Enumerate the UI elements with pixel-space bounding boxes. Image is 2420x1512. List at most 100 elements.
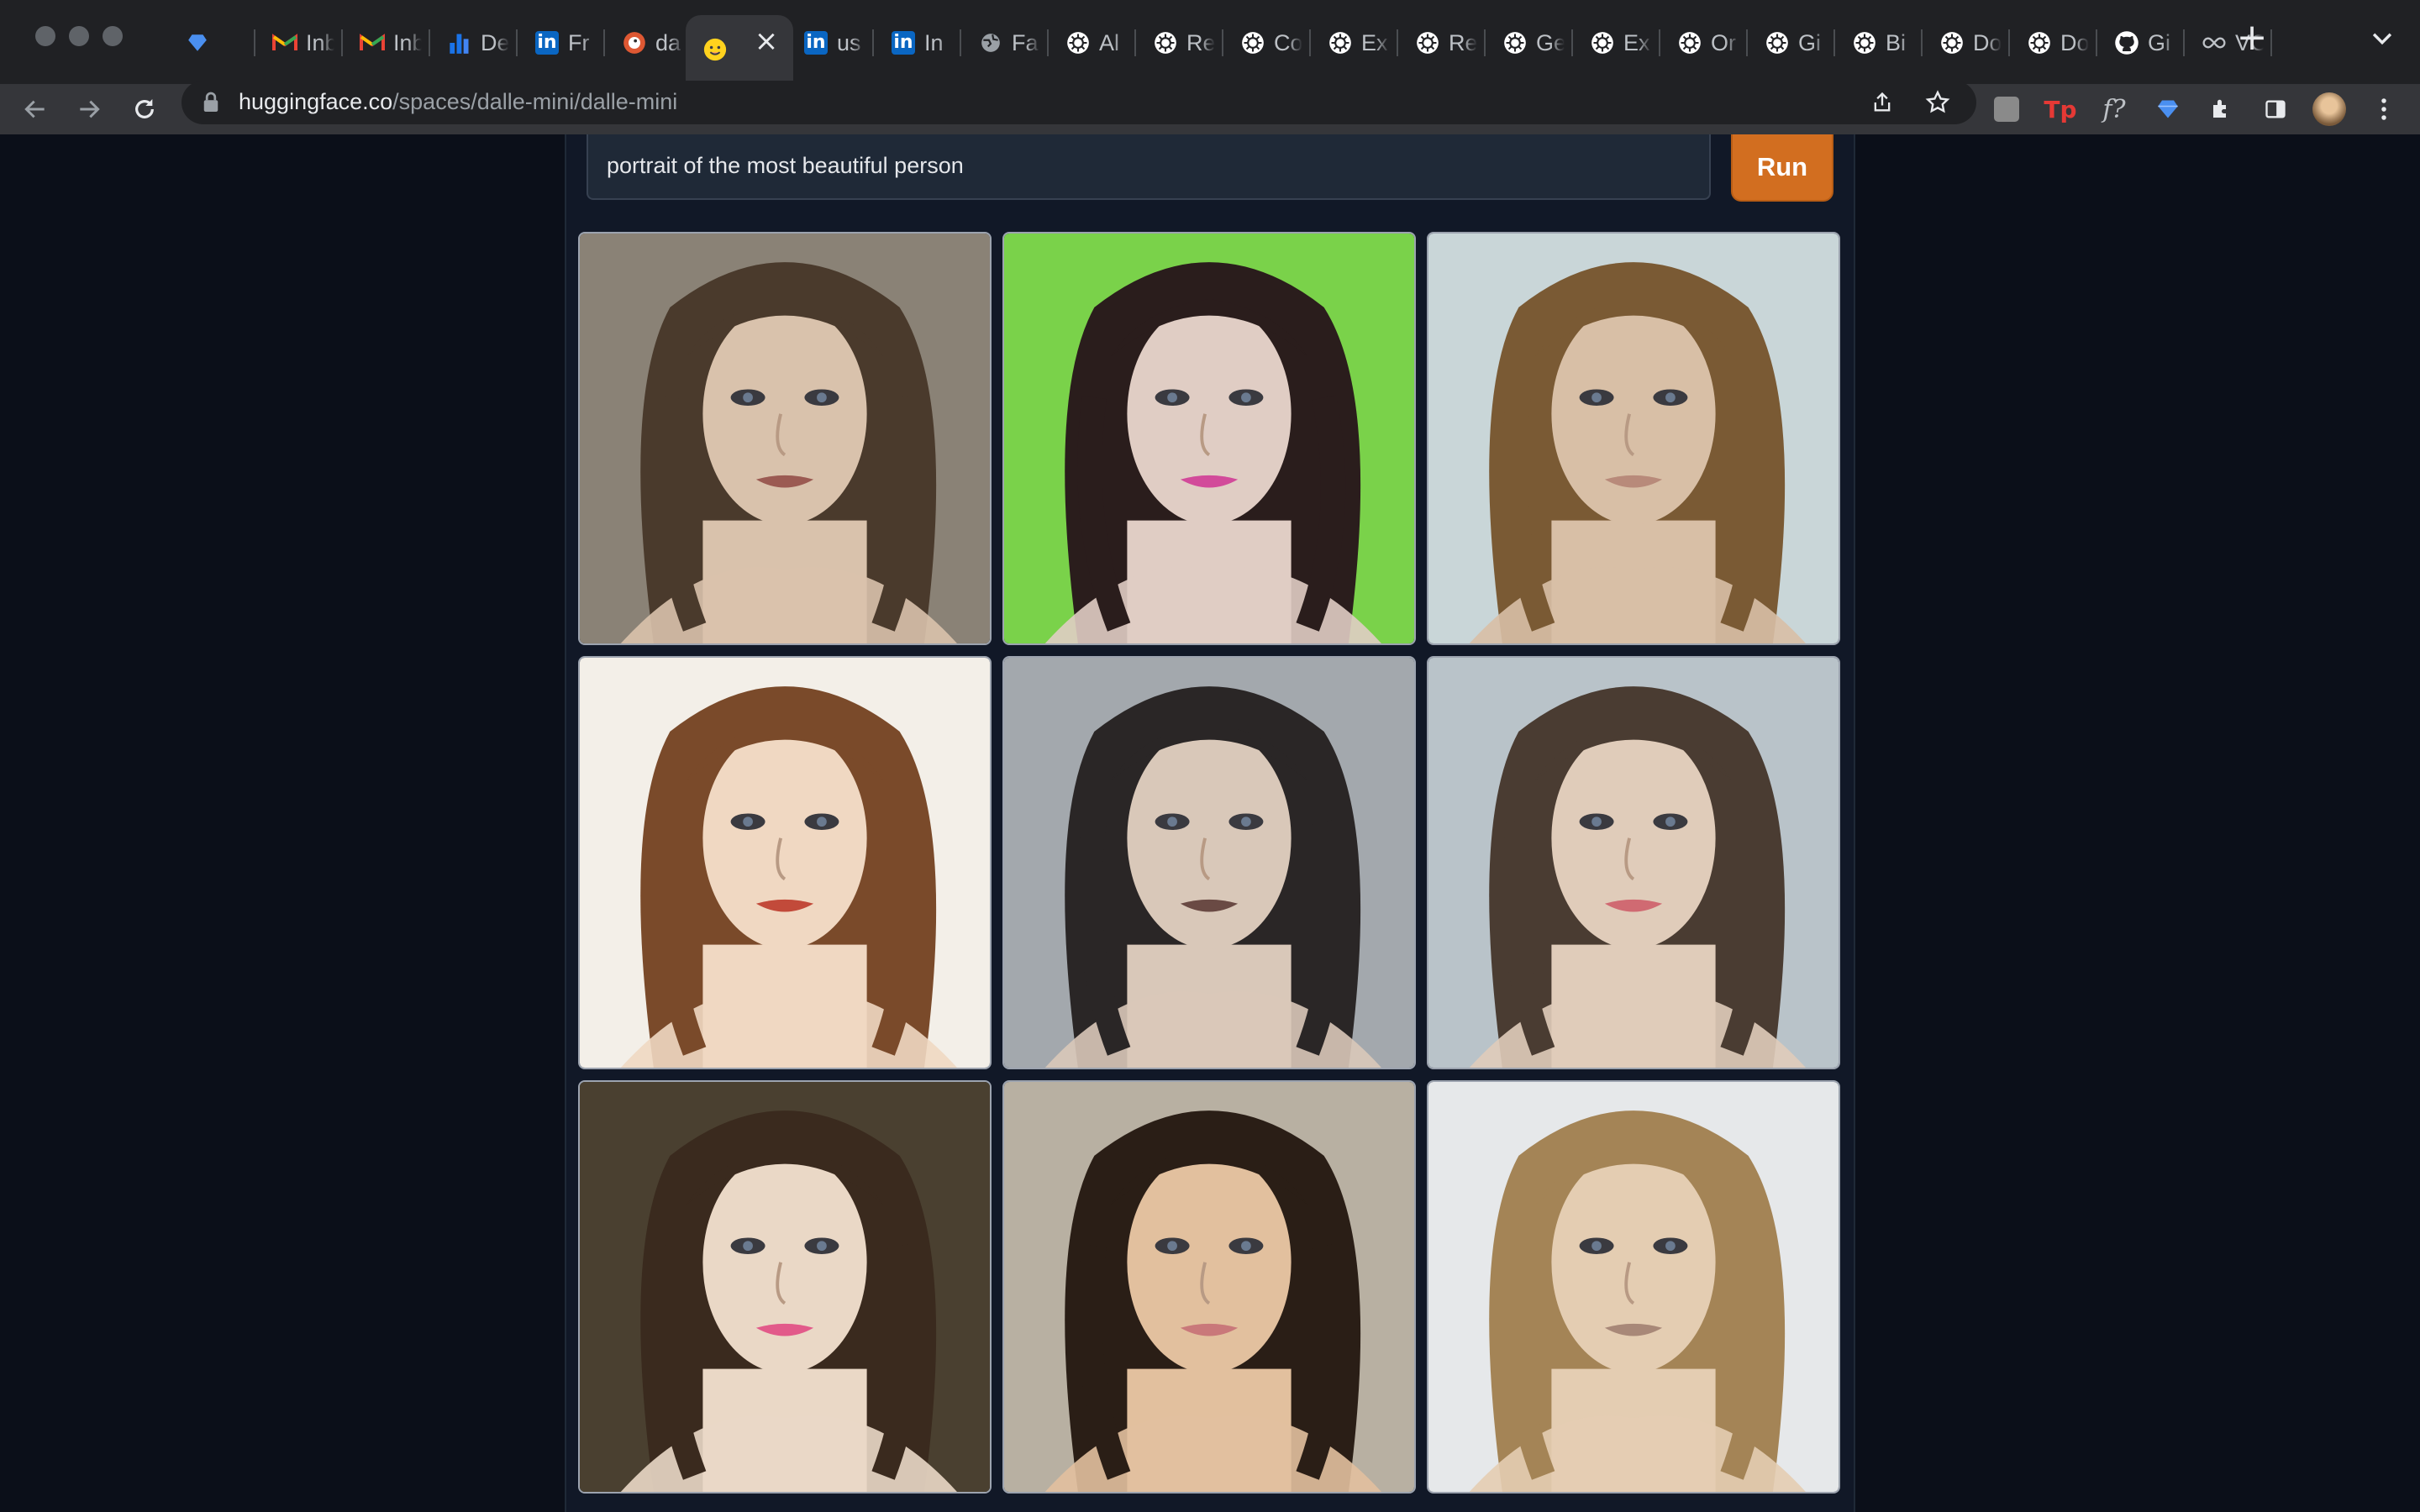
generated-image-5[interactable] (1002, 656, 1416, 1069)
share-icon[interactable] (1870, 91, 1894, 114)
tab-title: Do (1973, 29, 2002, 55)
tab-12[interactable]: Re (1136, 15, 1223, 71)
generated-image-4[interactable] (578, 656, 992, 1069)
more-menu-icon[interactable] (2370, 84, 2398, 134)
extension-r-icon[interactable] (1990, 84, 2023, 134)
hugging-face-icon (702, 37, 728, 62)
bar-chart-icon (447, 30, 472, 55)
tab-title: Gi (2148, 29, 2170, 55)
tab-21[interactable]: Do (1923, 15, 2010, 71)
tab-9[interactable]: in In (874, 15, 961, 71)
arrow-left-icon (24, 100, 45, 118)
tab-title: Re (1186, 29, 1215, 55)
back-button[interactable] (18, 92, 52, 126)
tab-6[interactable]: da (605, 15, 692, 71)
tab-18[interactable]: Or (1660, 15, 1748, 71)
extension-gem-icon[interactable] (2151, 84, 2185, 134)
forward-button[interactable] (72, 92, 106, 126)
globe-icon (978, 30, 1003, 55)
tab-strip: InboxInboxDeinFrda×inusinInFaAlReCoExReG… (0, 0, 2420, 84)
tab-title: Inbox (393, 29, 422, 55)
extension-formula-icon[interactable]: f? (2096, 84, 2133, 134)
generated-image-9[interactable] (1427, 1080, 1840, 1494)
reload-button[interactable] (128, 92, 161, 126)
generated-image-7[interactable] (578, 1080, 992, 1494)
tab-3[interactable]: Inbox (343, 15, 430, 71)
url-path: /spaces/dalle-mini/dalle-mini (392, 89, 678, 114)
prompt-text: portrait of the most beautiful person (607, 153, 964, 178)
tab-7[interactable]: × (686, 15, 793, 84)
tab-title: In (924, 29, 944, 55)
tab-title: Do (2060, 29, 2089, 55)
tab-title: Bi (1886, 29, 1907, 55)
tab-title: Or (1711, 29, 1736, 55)
tab-11[interactable]: Al (1049, 15, 1136, 71)
address-bar[interactable]: huggingface.co/spaces/dalle-mini/dalle-m… (182, 81, 1976, 124)
tab-title: De (481, 29, 509, 55)
tab-13[interactable]: Co (1223, 15, 1311, 71)
generated-image-1[interactable] (578, 232, 992, 645)
openai-icon (1415, 30, 1440, 55)
tab-title: Ex (1623, 29, 1650, 55)
tab-23[interactable]: Gi (2097, 15, 2185, 71)
tab-title: Fr (568, 29, 590, 55)
extension-tp-icon[interactable]: Tp (2042, 84, 2079, 134)
linkedin-icon: in (891, 30, 916, 55)
tab-1[interactable] (168, 15, 255, 71)
tab-10[interactable]: Fa (961, 15, 1049, 71)
chevron-down-icon[interactable] (2368, 24, 2396, 52)
tab-title: us (837, 29, 861, 55)
tab-20[interactable]: Bi (1835, 15, 1923, 71)
infinity-icon (2202, 30, 2227, 55)
run-button[interactable]: Run (1731, 134, 1833, 202)
openai-icon (1065, 30, 1091, 55)
github-icon (2114, 30, 2139, 55)
close-window-button[interactable] (35, 26, 55, 46)
openai-icon (1590, 30, 1615, 55)
openai-icon (1153, 30, 1178, 55)
reload-icon (135, 99, 154, 118)
tab-14[interactable]: Ex (1311, 15, 1398, 71)
tab-16[interactable]: Ge (1486, 15, 1573, 71)
tab-15[interactable]: Re (1398, 15, 1486, 71)
page-content: portrait of the most beautiful person Ru… (0, 134, 2420, 1512)
new-tab-button[interactable]: + (2235, 19, 2269, 56)
openai-icon (1765, 30, 1790, 55)
extensions-puzzle-icon[interactable] (2205, 84, 2238, 134)
tab-22[interactable]: Do (2010, 15, 2097, 71)
minimize-window-button[interactable] (69, 26, 89, 46)
arrow-right-icon (80, 100, 100, 118)
tab-title: Ex (1361, 29, 1388, 55)
tab-17[interactable]: Ex (1573, 15, 1660, 71)
side-panel-icon[interactable] (2259, 84, 2292, 134)
gmail-icon (272, 30, 297, 55)
tab-5[interactable]: in Fr (518, 15, 605, 71)
generated-image-8[interactable] (1002, 1080, 1416, 1494)
generated-image-6[interactable] (1427, 656, 1840, 1069)
profile-avatar[interactable] (2311, 84, 2348, 134)
tab-19[interactable]: Gi (1748, 15, 1835, 71)
openai-icon (1502, 30, 1528, 55)
gem-icon (185, 30, 210, 55)
tab-4[interactable]: De (430, 15, 518, 71)
tab-2[interactable]: Inbox (255, 15, 343, 71)
tab-8[interactable]: in us (786, 15, 874, 71)
linkedin-icon: in (803, 30, 829, 55)
maximize-window-button[interactable] (103, 26, 123, 46)
star-icon[interactable] (1924, 89, 1951, 116)
gmail-icon (360, 30, 385, 55)
generated-image-2[interactable] (1002, 232, 1416, 645)
tab-separator (2270, 29, 2272, 56)
close-tab-icon[interactable]: × (753, 27, 780, 55)
lock-icon[interactable] (202, 91, 220, 114)
url-text: huggingface.co/spaces/dalle-mini/dalle-m… (239, 89, 677, 115)
tab-title: Re (1449, 29, 1477, 55)
duckduckgo-icon (622, 30, 647, 55)
tab-title: Ge (1536, 29, 1565, 55)
linkedin-icon: in (534, 30, 560, 55)
prompt-input[interactable]: portrait of the most beautiful person (587, 134, 1711, 200)
tab-title: Inbox (306, 29, 334, 55)
tab-title: da (655, 29, 681, 55)
generated-image-3[interactable] (1427, 232, 1840, 645)
openai-icon (1240, 30, 1265, 55)
